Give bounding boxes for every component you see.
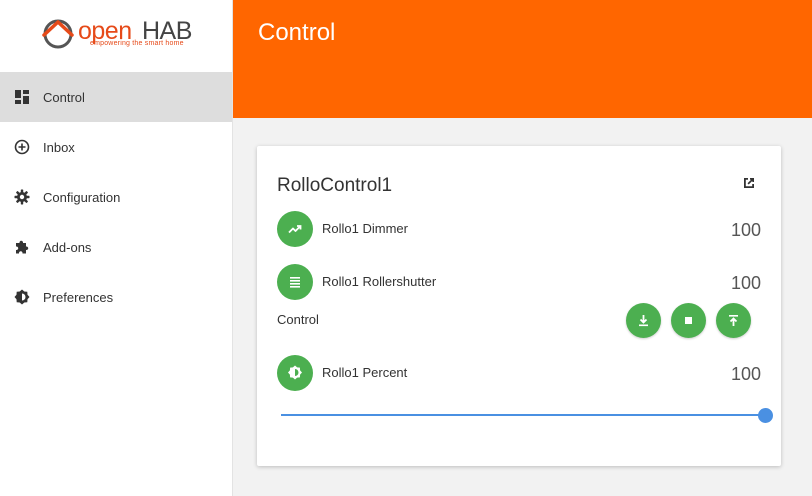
brightness-icon [277,355,313,391]
rollershutter-up-button[interactable] [716,303,751,338]
sidebar-item-label: Configuration [43,190,121,205]
sidebar-nav: Control Inbox Configuration Add-ons Pref… [0,72,232,322]
upload-icon [729,315,738,326]
sidebar-item-control[interactable]: Control [0,72,232,122]
stop-icon [685,317,692,324]
dashboard-icon [15,90,29,104]
percent-slider-fill [281,414,765,416]
logo-tagline: empowering the smart home [90,40,184,47]
sidebar-item-addons[interactable]: Add-ons [0,222,232,272]
open-in-new-icon[interactable] [741,175,757,191]
item-value-dimmer: 100 [730,220,761,240]
card-title: RolloControl1 [277,175,393,196]
openhab-logo-icon [42,19,74,49]
percent-slider-track[interactable] [281,414,765,416]
page-title: Control [258,19,336,46]
control-label: Control [277,312,319,327]
sidebar-item-label: Preferences [43,290,114,305]
sidebar-item-inbox[interactable]: Inbox [0,122,232,172]
item-label-rollershutter: Rollo1 Rollershutter [322,274,437,289]
rollershutter-down-button[interactable] [626,303,661,338]
item-label-dimmer: Rollo1 Dimmer [322,221,408,236]
add-circle-icon [14,139,30,155]
item-value-rollershutter: 100 [730,273,761,293]
item-label-percent: Rollo1 Percent [322,365,408,380]
trending-up-icon [277,211,313,247]
openhab-logo[interactable]: open HAB empowering the smart home [0,0,233,72]
brightness-icon [14,289,30,305]
sitemap-card: RolloControl1 Rollo1 Dimmer 100 Rollo1 R… [257,146,781,466]
percent-slider-thumb[interactable] [758,408,773,423]
puzzle-icon [16,240,29,254]
download-icon [639,315,648,327]
blinds-icon [277,264,313,300]
sidebar-item-label: Inbox [43,140,75,155]
rollershutter-stop-button[interactable] [671,303,706,338]
sidebar-item-label: Add-ons [43,240,92,255]
sidebar-item-label: Control [43,90,85,105]
gear-icon [14,189,30,205]
sidebar: open HAB empowering the smart home Contr… [0,0,233,496]
sidebar-item-preferences[interactable]: Preferences [0,272,232,322]
app: open HAB empowering the smart home Contr… [0,0,812,496]
item-value-percent: 100 [730,364,761,384]
sidebar-item-configuration[interactable]: Configuration [0,172,232,222]
app-header: Control [233,0,812,118]
